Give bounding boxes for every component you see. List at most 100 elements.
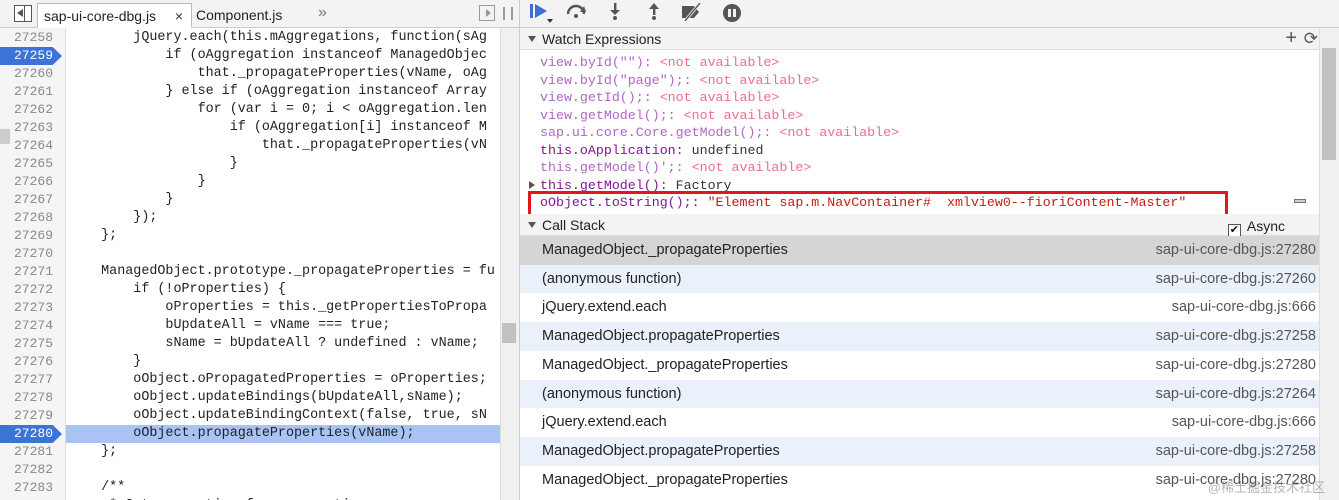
line-number[interactable]: 27275 — [0, 335, 66, 353]
watch-expression[interactable]: view.getId();: <not available> — [520, 89, 1325, 107]
frame-location-link[interactable]: sap-ui-core-dbg.js:27258 — [1156, 322, 1316, 350]
line-number[interactable]: 27260 — [0, 65, 66, 83]
watch-expression[interactable]: view.byId("page");: <not available> — [520, 72, 1325, 90]
tab-sap-ui-core-dbg[interactable]: sap-ui-core-dbg.js × — [37, 3, 192, 28]
line-number[interactable]: 27261 — [0, 83, 66, 101]
code-line[interactable]: /** — [66, 479, 500, 497]
line-number[interactable]: 27265 — [0, 155, 66, 173]
step-out-icon[interactable] — [643, 3, 665, 25]
watch-header[interactable]: Watch Expressions + ⟳ — [520, 28, 1325, 50]
add-icon[interactable]: + — [1285, 28, 1297, 48]
line-number[interactable]: 27278 — [0, 389, 66, 407]
editor-scroll-thumb[interactable] — [502, 323, 516, 343]
code-line[interactable]: sName = bUpdateAll ? undefined : vName; — [66, 335, 500, 353]
line-number[interactable]: 27258 — [0, 29, 66, 47]
frame-location-link[interactable]: sap-ui-core-dbg.js:666 — [1172, 293, 1316, 321]
expand-icon[interactable] — [529, 180, 535, 189]
call-frame[interactable]: ManagedObject.propagateProperties sap-ui-… — [520, 322, 1325, 351]
frame-location-link[interactable]: sap-ui-core-dbg.js:27280 — [1156, 236, 1316, 264]
code-line[interactable]: } — [66, 191, 500, 209]
line-number[interactable]: 27274 — [0, 317, 66, 335]
line-number[interactable]: 27270 — [0, 245, 66, 263]
frame-location-link[interactable]: sap-ui-core-dbg.js:27260 — [1156, 265, 1316, 293]
watch-expression[interactable]: sap.ui.core.Core.getModel();: <not avail… — [520, 124, 1325, 142]
frame-location-link[interactable]: sap-ui-core-dbg.js:27258 — [1156, 437, 1316, 465]
line-number[interactable]: 27273 — [0, 299, 66, 317]
code-line[interactable] — [66, 245, 500, 263]
deactivate-breakpoints-icon[interactable] — [681, 2, 703, 25]
line-number[interactable]: 27277 — [0, 371, 66, 389]
frame-location-link[interactable]: sap-ui-core-dbg.js:666 — [1172, 408, 1316, 436]
line-number[interactable]: 27268 — [0, 209, 66, 227]
code-line[interactable]: }; — [66, 227, 500, 245]
call-frame[interactable]: jQuery.extend.each sap-ui-core-dbg.js:666 — [520, 408, 1325, 437]
line-gutter[interactable]: 27258 27259 27260 27261 27262 27263 27264 27265… — [0, 28, 66, 500]
breakpoint-line-number[interactable]: 27259 — [0, 47, 62, 65]
line-number[interactable]: 27271 — [0, 263, 66, 281]
line-number[interactable]: 27267 — [0, 191, 66, 209]
watch-expression[interactable]: view.byId(""): <not available> — [520, 54, 1325, 72]
line-number[interactable]: 27266 — [0, 173, 66, 191]
editor-scrollbar[interactable] — [500, 28, 519, 500]
refresh-icon[interactable]: ⟳ — [1304, 28, 1318, 50]
code-line[interactable]: oObject.oPropagatedProperties = oPropert… — [66, 371, 500, 389]
step-into-icon[interactable] — [604, 3, 626, 25]
code-line[interactable]: oProperties = this._getPropertiesToPropa — [66, 299, 500, 317]
pause-on-exceptions-icon[interactable] — [723, 4, 741, 22]
line-number[interactable]: 27281 — [0, 443, 66, 461]
code-line[interactable]: if (!oProperties) { — [66, 281, 500, 299]
code-line[interactable]: that._propagateProperties(vN — [66, 137, 500, 155]
code-line[interactable]: } — [66, 353, 500, 371]
remove-expression-icon[interactable] — [1294, 199, 1306, 203]
code-line[interactable]: if (oAggregation[i] instanceof M — [66, 119, 500, 137]
line-number[interactable]: 27283 — [0, 479, 66, 497]
watch-expression[interactable]: this.getModel()';: <not available> — [520, 159, 1325, 177]
watch-expression[interactable]: view.getModel();: <not available> — [520, 107, 1325, 125]
sidebar-scroll-thumb[interactable] — [1322, 48, 1336, 160]
call-frame[interactable]: jQuery.extend.each sap-ui-core-dbg.js:666 — [520, 293, 1325, 322]
line-number[interactable]: 27282 — [0, 461, 66, 479]
line-number[interactable]: 27269 — [0, 227, 66, 245]
breakpoint-line-number[interactable]: 27280 — [0, 425, 62, 443]
line-number[interactable]: 27262 — [0, 101, 66, 119]
resume-icon[interactable] — [528, 3, 553, 25]
code-line[interactable]: } — [66, 155, 500, 173]
line-number[interactable]: 27276 — [0, 353, 66, 371]
toggle-navigator-icon[interactable] — [14, 5, 32, 22]
code-line[interactable]: oObject.updateBindings(bUpdateAll,sName)… — [66, 389, 500, 407]
step-over-icon[interactable] — [565, 3, 587, 25]
call-frame[interactable]: (anonymous function) sap-ui-core-dbg.js:2… — [520, 379, 1325, 409]
code-line[interactable]: } else if (oAggregation instanceof Array — [66, 83, 500, 101]
code-editor[interactable]: jQuery.each(this.mAggregations, function… — [66, 28, 500, 500]
tab-component[interactable]: Component.js — [190, 3, 300, 28]
current-execution-line[interactable]: oObject.propagateProperties(vName); — [66, 425, 500, 443]
more-tabs-icon[interactable]: » — [318, 4, 327, 22]
frame-location-link[interactable]: sap-ui-core-dbg.js:27280 — [1156, 351, 1316, 379]
code-line[interactable]: if (oAggregation instanceof ManagedObjec — [66, 47, 500, 65]
async-toggle[interactable]: ✔ Async — [1227, 215, 1285, 237]
code-line[interactable] — [66, 461, 500, 479]
call-frame[interactable]: ManagedObject._propagateProperties sap-ui… — [520, 236, 1325, 265]
call-frame[interactable]: (anonymous function) sap-ui-core-dbg.js:2… — [520, 264, 1325, 294]
code-line[interactable]: }); — [66, 209, 500, 227]
code-line[interactable]: ManagedObject.prototype._propagateProper… — [66, 263, 500, 281]
call-frame[interactable]: ManagedObject._propagateProperties sap-ui… — [520, 351, 1325, 380]
call-frame[interactable]: ManagedObject._propagateProperties sap-ui… — [520, 466, 1325, 495]
toggle-debugger-icon[interactable] — [479, 5, 495, 21]
pane-grip-icon[interactable] — [503, 7, 513, 20]
code-line[interactable]: jQuery.each(this.mAggregations, function… — [66, 29, 500, 47]
code-line[interactable]: oObject.updateBindingContext(false, true… — [66, 407, 500, 425]
call-frame[interactable]: ManagedObject.propagateProperties sap-ui-… — [520, 436, 1325, 466]
line-number[interactable]: 27279 — [0, 407, 66, 425]
line-number[interactable]: 27272 — [0, 281, 66, 299]
code-line[interactable]: bUpdateAll = vName === true; — [66, 317, 500, 335]
call-stack-header[interactable]: Call Stack ✔ Async — [520, 214, 1325, 237]
frame-location-link[interactable]: sap-ui-core-dbg.js:27264 — [1156, 380, 1316, 408]
code-line[interactable]: } — [66, 173, 500, 191]
code-line[interactable]: }; — [66, 443, 500, 461]
watch-value: <not available> — [659, 90, 780, 105]
watch-expression[interactable]: this.oApplication: undefined — [520, 142, 1325, 160]
close-icon[interactable]: × — [175, 4, 183, 28]
code-line[interactable]: for (var i = 0; i < oAggregation.len — [66, 101, 500, 119]
code-line[interactable]: that._propagateProperties(vName, oAg — [66, 65, 500, 83]
